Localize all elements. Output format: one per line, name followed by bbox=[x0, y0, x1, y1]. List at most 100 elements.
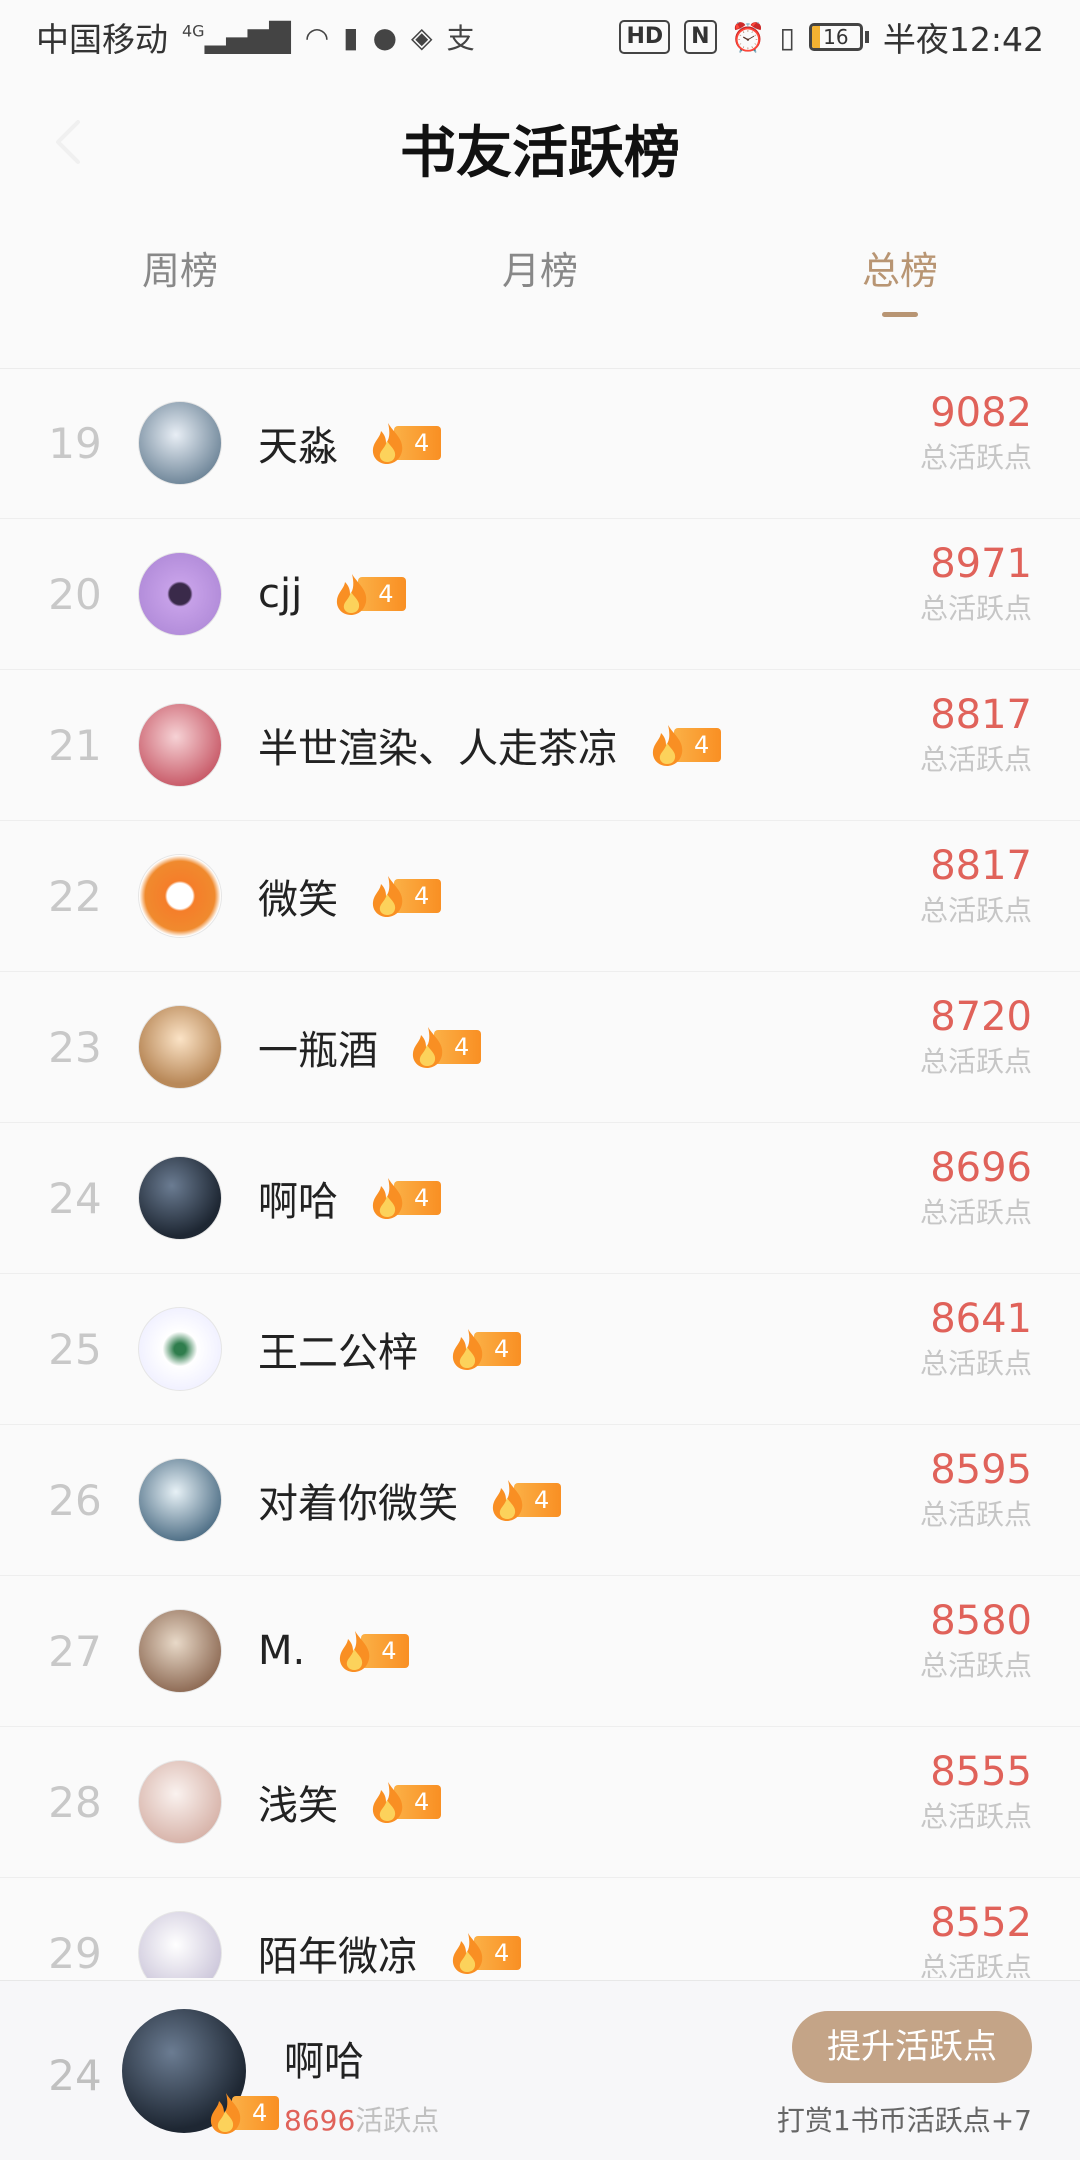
user-name: 浅笑 bbox=[258, 1783, 338, 1829]
avatar[interactable] bbox=[138, 1307, 222, 1391]
tab-total[interactable]: 总榜 bbox=[720, 240, 1080, 330]
score: 8971 总活跃点 bbox=[920, 539, 1032, 629]
rank-number: 27 bbox=[48, 1626, 102, 1676]
rank-number: 24 bbox=[48, 1173, 102, 1223]
rank-number: 26 bbox=[48, 1475, 102, 1525]
user-name: 对着你微笑 bbox=[258, 1481, 458, 1527]
carrier-label: 中国移动 bbox=[36, 20, 168, 59]
score: 8555 总活跃点 bbox=[920, 1747, 1032, 1837]
list-item[interactable]: 21 半世渲染、人走茶凉 4 8817 总活跃点 bbox=[0, 670, 1080, 821]
nfc-icon: N bbox=[684, 20, 717, 54]
score-value: 8641 bbox=[930, 1296, 1032, 1342]
flame-icon bbox=[340, 1631, 370, 1672]
my-points-value: 8696 bbox=[284, 2104, 356, 2137]
boost-activity-button[interactable]: 提升活跃点 bbox=[792, 2011, 1032, 2083]
user-name: 半世渲染、人走茶凉 bbox=[258, 726, 618, 772]
rank-number: 21 bbox=[48, 720, 102, 770]
score-label: 总活跃点 bbox=[919, 441, 1032, 474]
score-label: 总活跃点 bbox=[919, 1498, 1032, 1531]
list-item[interactable]: 28 浅笑 4 8555 总活跃点 bbox=[0, 1727, 1080, 1878]
alipay-icon: 支 bbox=[446, 22, 475, 55]
score-value: 8595 bbox=[930, 1447, 1032, 1493]
rank-number: 20 bbox=[48, 569, 102, 619]
rank-number: 25 bbox=[48, 1324, 102, 1374]
avatar[interactable] bbox=[138, 1458, 222, 1542]
level-badge: 4 bbox=[368, 876, 442, 917]
user-name: M. bbox=[258, 1628, 306, 1674]
score-value: 8817 bbox=[930, 692, 1032, 738]
rank-number: 23 bbox=[48, 1022, 102, 1072]
avatar[interactable] bbox=[138, 552, 222, 636]
flame-icon bbox=[452, 1329, 483, 1370]
hd-icon: HD bbox=[619, 20, 671, 54]
score: 8720 总活跃点 bbox=[920, 992, 1032, 1082]
level-badge: 4 bbox=[648, 725, 722, 766]
rank-list[interactable]: 19 天淼 4 9082 总活跃点 20 cjj 4 8971 总活跃点 21 半世渲染、人走茶凉 4 8… bbox=[0, 368, 1080, 1978]
level-badge: 4 bbox=[332, 574, 406, 615]
list-item[interactable]: 20 cjj 4 8971 总活跃点 bbox=[0, 519, 1080, 670]
score-label: 总活跃点 bbox=[919, 1347, 1032, 1380]
avatar[interactable] bbox=[138, 1760, 222, 1844]
battery-icon: 16 bbox=[808, 23, 869, 51]
flame-icon bbox=[492, 1480, 523, 1521]
list-item[interactable]: 26 对着你微笑 4 8595 总活跃点 bbox=[0, 1425, 1080, 1576]
alarm-icon: ⏰ bbox=[730, 20, 766, 54]
avatar[interactable] bbox=[138, 1609, 222, 1693]
list-item[interactable]: 23 一瓶酒 4 8720 总活跃点 bbox=[0, 972, 1080, 1123]
score-value: 8971 bbox=[930, 541, 1032, 587]
avatar[interactable] bbox=[138, 703, 222, 787]
status-right: HD N ⏰ ▯ 16 半夜12:42 bbox=[619, 13, 1044, 61]
score-label: 总活跃点 bbox=[919, 1045, 1032, 1078]
user-name: 王二公梓 bbox=[258, 1330, 418, 1376]
qq-icon: ● bbox=[372, 20, 398, 54]
score: 8696 总活跃点 bbox=[920, 1143, 1032, 1233]
my-points-label: 活跃点 bbox=[355, 2104, 440, 2137]
score-value: 8720 bbox=[930, 994, 1032, 1040]
clock: 半夜12:42 bbox=[882, 20, 1044, 59]
user-name: 微笑 bbox=[258, 877, 338, 923]
list-item[interactable]: 24 啊哈 4 8696 总活跃点 bbox=[0, 1123, 1080, 1274]
flame-icon bbox=[337, 574, 367, 615]
level-badge: 4 bbox=[335, 1631, 409, 1672]
score-value: 8555 bbox=[930, 1749, 1032, 1795]
avatar[interactable] bbox=[138, 401, 222, 485]
tab-weekly[interactable]: 周榜 bbox=[0, 240, 360, 330]
score: 8817 总活跃点 bbox=[920, 690, 1032, 780]
vibrate-icon: ▯ bbox=[779, 20, 795, 54]
score-value: 9082 bbox=[930, 390, 1032, 436]
score-value: 8580 bbox=[930, 1598, 1032, 1644]
level-badge: 4 bbox=[368, 423, 442, 464]
avatar[interactable] bbox=[138, 854, 222, 938]
alert-icon: ▮ bbox=[343, 20, 359, 54]
level-badge: 4 bbox=[408, 1027, 482, 1068]
tab-monthly[interactable]: 月榜 bbox=[360, 240, 720, 330]
rank-number: 19 bbox=[48, 418, 102, 468]
list-item[interactable]: 29 陌年微凉 4 8552 总活跃点 bbox=[0, 1878, 1080, 1978]
score-value: 8552 bbox=[930, 1900, 1032, 1946]
list-item[interactable]: 25 王二公梓 4 8641 总活跃点 bbox=[0, 1274, 1080, 1425]
list-item[interactable]: 19 天淼 4 9082 总活跃点 bbox=[0, 368, 1080, 519]
avatar[interactable] bbox=[138, 1911, 222, 1978]
score-label: 总活跃点 bbox=[919, 1196, 1032, 1229]
avatar[interactable] bbox=[138, 1005, 222, 1089]
level-badge: 4 bbox=[448, 1329, 522, 1370]
tab-bar: 周榜 月榜 总榜 bbox=[0, 240, 1080, 330]
score: 8595 总活跃点 bbox=[920, 1445, 1032, 1535]
header: 书友活跃榜 bbox=[0, 100, 1080, 190]
flame-icon bbox=[372, 876, 403, 917]
level-badge: 4 bbox=[368, 1782, 442, 1823]
rank-number: 28 bbox=[48, 1777, 102, 1827]
list-item[interactable]: 22 微笑 4 8817 总活跃点 bbox=[0, 821, 1080, 972]
status-bar: 中国移动 4G▂▄▆█ ◠ ▮ ● ◈ 支 HD N ⏰ ▯ 16 半夜12:4… bbox=[0, 0, 1080, 74]
user-name: cjj bbox=[258, 571, 303, 617]
flame-icon bbox=[372, 423, 403, 464]
user-name: 陌年微凉 bbox=[258, 1934, 418, 1978]
list-item[interactable]: 27 M. 4 8580 总活跃点 bbox=[0, 1576, 1080, 1727]
score-label: 总活跃点 bbox=[919, 743, 1032, 776]
wifi-icon: ◠ bbox=[304, 20, 330, 54]
flame-icon bbox=[412, 1027, 443, 1068]
avatar[interactable] bbox=[138, 1156, 222, 1240]
score-label: 总活跃点 bbox=[919, 1800, 1032, 1833]
my-name: 啊哈 bbox=[284, 2039, 364, 2085]
battery-level: 16 bbox=[823, 25, 849, 49]
